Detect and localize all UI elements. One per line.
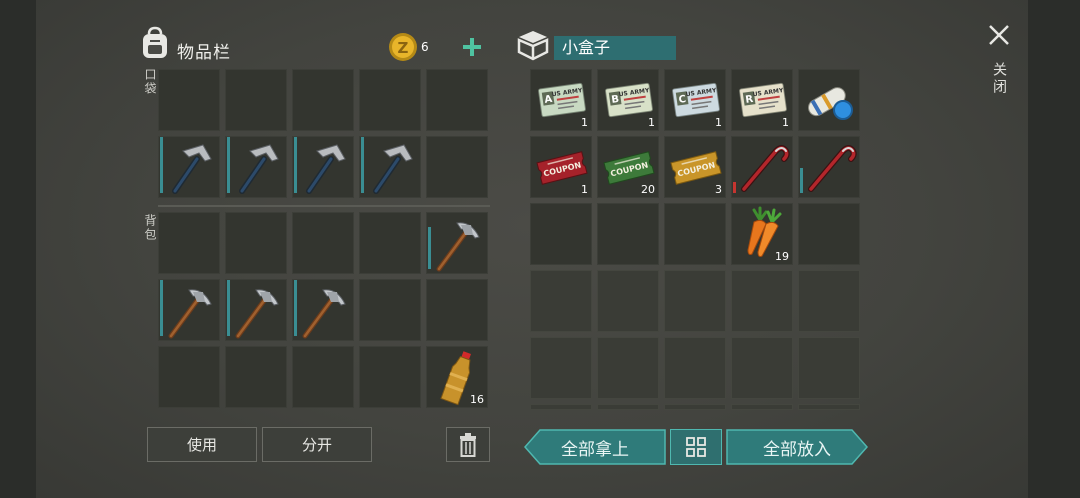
empty-slot[interactable] (292, 69, 354, 131)
slot-us-army-card-c[interactable]: C US ARMY 1 (664, 69, 726, 131)
durability-bar (361, 137, 364, 193)
empty-slot[interactable] (530, 337, 592, 399)
take-all-label: 全部拿上 (561, 439, 629, 460)
item-count: 1 (782, 116, 789, 129)
empty-slot[interactable] (798, 404, 860, 410)
durability-bar (428, 227, 431, 269)
durability-bar (733, 182, 736, 193)
box-icon (516, 28, 550, 66)
put-all-button[interactable]: 全部放入 (726, 429, 868, 465)
empty-slot[interactable] (426, 279, 488, 341)
slot-blueprint-roll[interactable] (798, 69, 860, 131)
slot-red-coupon[interactable]: COUPON 1 (530, 136, 592, 198)
empty-slot[interactable] (426, 136, 488, 198)
slot-hammer[interactable] (292, 136, 354, 198)
empty-slot[interactable] (798, 203, 860, 265)
slot-pickaxe[interactable] (426, 212, 488, 274)
slot-pickaxe[interactable] (225, 279, 287, 341)
empty-slot[interactable] (225, 69, 287, 131)
durability-bar (294, 280, 297, 336)
empty-slot[interactable] (597, 337, 659, 399)
slot-hammer[interactable] (359, 136, 421, 198)
use-button[interactable]: 使用 (147, 427, 257, 462)
box-name-field[interactable]: 小盒子 (554, 36, 676, 60)
empty-slot[interactable] (225, 212, 287, 274)
slot-yellow-coupon[interactable]: COUPON 3 (664, 136, 726, 198)
slot-pickaxe[interactable] (292, 279, 354, 341)
pocket-label: 口袋 (143, 68, 157, 96)
durability-bar (227, 280, 230, 336)
empty-slot[interactable] (359, 212, 421, 274)
grid-icon (686, 437, 706, 457)
empty-slot[interactable] (731, 404, 793, 410)
slot-us-army-card-r[interactable]: R US ARMY 1 (731, 69, 793, 131)
slot-crowbar[interactable] (731, 136, 793, 198)
slot-hammer[interactable] (158, 136, 220, 198)
empty-slot[interactable] (597, 270, 659, 332)
plus-icon (463, 38, 481, 56)
item-count: 3 (715, 183, 722, 196)
empty-slot[interactable] (530, 270, 592, 332)
add-coins-button[interactable] (461, 36, 483, 58)
close-icon (989, 25, 1009, 45)
empty-slot[interactable] (664, 203, 726, 265)
empty-slot[interactable] (798, 337, 860, 399)
item-count: 20 (641, 183, 655, 196)
empty-slot[interactable] (158, 69, 220, 131)
empty-slot[interactable] (359, 69, 421, 131)
slot-carrot[interactable]: 19 (731, 203, 793, 265)
empty-slot[interactable] (225, 346, 287, 408)
empty-slot[interactable] (664, 337, 726, 399)
item-count: 1 (581, 116, 588, 129)
slot-hammer[interactable] (225, 136, 287, 198)
empty-slot[interactable] (664, 404, 726, 410)
slot-water-bottle[interactable]: 16 (426, 346, 488, 408)
slot-us-army-card-b[interactable]: B US ARMY 1 (597, 69, 659, 131)
empty-slot[interactable] (664, 270, 726, 332)
empty-slot[interactable] (731, 337, 793, 399)
empty-slot[interactable] (597, 404, 659, 410)
durability-bar (160, 137, 163, 193)
slot-us-army-card-a[interactable]: A US ARMY 1 (530, 69, 592, 131)
close-button[interactable] (988, 24, 1010, 46)
slot-green-coupon[interactable]: COUPON 20 (597, 136, 659, 198)
empty-slot[interactable] (292, 212, 354, 274)
item-count: 1 (581, 183, 588, 196)
empty-slot[interactable] (731, 270, 793, 332)
grid-view-button[interactable] (670, 429, 722, 465)
empty-slot[interactable] (158, 346, 220, 408)
item-count: 16 (470, 393, 484, 406)
trash-icon (460, 432, 476, 457)
durability-bar (294, 137, 297, 193)
inventory-title: 物品栏 (177, 43, 231, 63)
section-divider (158, 205, 490, 207)
slot-pickaxe[interactable] (158, 279, 220, 341)
put-all-label: 全部放入 (763, 439, 831, 460)
empty-slot[interactable] (292, 346, 354, 408)
durability-bar (160, 280, 163, 336)
empty-slot[interactable] (158, 212, 220, 274)
slot-crowbar[interactable] (798, 136, 860, 198)
trash-button[interactable] (446, 427, 490, 462)
empty-slot[interactable] (426, 69, 488, 131)
item-count: 1 (715, 116, 722, 129)
empty-slot[interactable] (530, 404, 592, 410)
empty-slot[interactable] (597, 203, 659, 265)
item-count: 1 (648, 116, 655, 129)
backpack-label: 背包 (143, 214, 157, 242)
empty-slot[interactable] (530, 203, 592, 265)
take-all-button[interactable]: 全部拿上 (524, 429, 666, 465)
inventory-screen: 物品栏 Z 6 口袋 背包 16 小盒子 A US ARMY 1 B US ARMY 1 C… (36, 0, 1028, 498)
empty-slot[interactable] (359, 346, 421, 408)
split-button[interactable]: 分开 (262, 427, 372, 462)
svg-text:Z: Z (398, 39, 409, 57)
empty-slot[interactable] (798, 270, 860, 332)
item-count: 19 (775, 250, 789, 263)
empty-slot[interactable] (359, 279, 421, 341)
durability-bar (800, 168, 803, 193)
backpack-icon (140, 26, 170, 60)
durability-bar (227, 137, 230, 193)
close-label: 关闭 (991, 62, 1007, 96)
coin-icon: Z (388, 32, 418, 66)
